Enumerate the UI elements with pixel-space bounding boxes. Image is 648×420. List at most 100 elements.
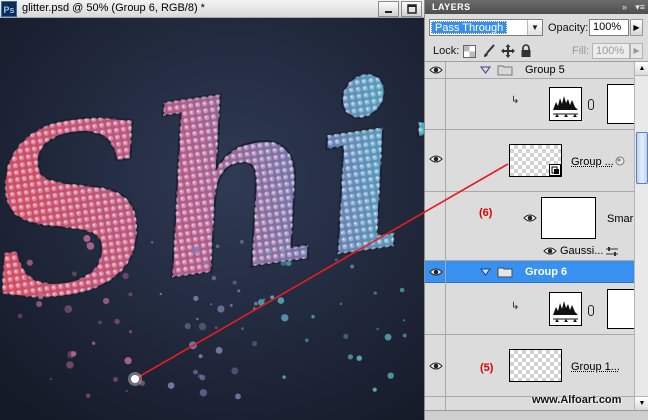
glitter-droplet bbox=[151, 241, 154, 244]
lock-label: Lock: bbox=[433, 45, 460, 57]
blend-mode-value: Pass Through bbox=[431, 21, 508, 34]
glitter-droplet bbox=[24, 275, 27, 279]
document-title: glitter.psd @ 50% (Group 6, RGB/8) * bbox=[22, 2, 205, 14]
glitter-droplet bbox=[372, 387, 377, 392]
glitter-artwork: Shin Shin bbox=[0, 6, 424, 420]
levels-adjustment-icon bbox=[549, 292, 582, 326]
glitter-droplet bbox=[167, 382, 175, 389]
layer-mask-thumbnail[interactable] bbox=[607, 84, 634, 124]
glitter-droplet bbox=[125, 390, 128, 392]
lock-position-move-icon[interactable] bbox=[500, 44, 515, 58]
glitter-droplet bbox=[197, 373, 203, 379]
group-expanded-triangle-icon[interactable] bbox=[480, 66, 491, 74]
smart-layer-thumbnail[interactable] bbox=[541, 197, 596, 239]
glitter-droplet bbox=[159, 292, 162, 296]
fill-field[interactable]: 100% bbox=[592, 43, 630, 59]
watermark: www.Alfoart.com bbox=[532, 394, 622, 406]
glitter-droplet bbox=[72, 271, 77, 277]
layer-row-group-smart[interactable]: Group ... bbox=[425, 130, 634, 192]
glitter-droplet bbox=[215, 347, 223, 354]
minimize-button[interactable] bbox=[378, 1, 399, 17]
glitter-droplet bbox=[402, 319, 405, 322]
lock-transparency-icon[interactable] bbox=[462, 44, 477, 58]
layer-name: Group 1... bbox=[571, 361, 620, 373]
layer-row-group-6[interactable]: Group 6 bbox=[425, 261, 634, 283]
group-expanded-triangle-icon[interactable] bbox=[480, 268, 491, 276]
scroll-down-icon[interactable]: ▼ bbox=[635, 396, 648, 410]
glitter-droplet bbox=[184, 323, 191, 330]
layer-row-group-5[interactable]: Group 5 bbox=[425, 62, 634, 79]
glitter-droplet bbox=[305, 338, 309, 343]
glitter-droplet bbox=[86, 242, 89, 246]
document-titlebar[interactable]: Ps glitter.psd @ 50% (Group 6, RGB/8) * bbox=[0, 0, 424, 18]
layer-effects-icon[interactable] bbox=[615, 156, 625, 166]
scrollbar-thumb[interactable] bbox=[636, 132, 648, 184]
glitter-droplet bbox=[217, 305, 225, 313]
glitter-droplet bbox=[83, 235, 91, 242]
scroll-up-icon[interactable]: ▲ bbox=[635, 62, 648, 76]
glitter-droplet bbox=[376, 327, 380, 331]
glitter-droplet bbox=[198, 322, 207, 331]
glitter-droplet bbox=[343, 333, 349, 339]
layer-row-adjustment-2[interactable]: ↳ bbox=[425, 283, 634, 335]
glitter-droplet bbox=[124, 357, 132, 365]
layer-row-group-1[interactable]: Group 1... bbox=[425, 335, 634, 397]
tab-layers[interactable]: LAYERS bbox=[427, 0, 476, 14]
glitter-droplet bbox=[91, 341, 96, 345]
minimize-icon bbox=[385, 10, 392, 13]
blend-row: Pass Through ▼ Opacity: 100% ▶ bbox=[425, 14, 648, 40]
glitter-droplet bbox=[70, 351, 77, 357]
photoshop-app-icon: Ps bbox=[1, 1, 17, 17]
glitter-droplet bbox=[387, 372, 394, 379]
glitter-droplet bbox=[253, 307, 256, 310]
lock-pixels-brush-icon[interactable] bbox=[481, 44, 496, 58]
panel-menu-icon[interactable]: ▾≡ bbox=[635, 2, 645, 12]
glitter-droplet bbox=[24, 284, 31, 291]
glitter-droplet bbox=[399, 287, 405, 293]
lock-all-icon[interactable] bbox=[518, 44, 533, 58]
glitter-droplet bbox=[339, 302, 343, 306]
glitter-droplet bbox=[199, 389, 208, 397]
filter-blending-options-icon[interactable] bbox=[605, 246, 619, 257]
glitter-droplet bbox=[193, 295, 199, 301]
glitter-droplet bbox=[232, 280, 237, 285]
glitter-droplet bbox=[49, 377, 53, 381]
glitter-droplet bbox=[93, 285, 96, 288]
link-icon bbox=[588, 99, 594, 110]
chevron-down-icon: ▼ bbox=[527, 20, 542, 35]
glitter-droplet bbox=[179, 271, 185, 276]
smart-object-thumbnail[interactable] bbox=[509, 144, 562, 177]
visibility-eye-icon[interactable] bbox=[523, 213, 537, 223]
glitter-droplet bbox=[43, 293, 48, 297]
document-window: Ps glitter.psd @ 50% (Group 6, RGB/8) * bbox=[0, 0, 424, 420]
glitter-droplet bbox=[280, 259, 287, 266]
layer-row-smart[interactable]: Smar bbox=[425, 192, 634, 242]
glitter-droplet bbox=[334, 258, 338, 262]
panel-tab-bar: LAYERS » ▾≡ bbox=[425, 0, 648, 14]
panel-bottom-toolbar bbox=[425, 410, 648, 420]
panel-collapse-icon[interactable]: » bbox=[622, 1, 627, 13]
restore-button[interactable] bbox=[401, 1, 422, 17]
opacity-field[interactable]: 100% bbox=[589, 19, 629, 36]
glitter-droplet bbox=[255, 257, 262, 264]
layers-list[interactable]: Group 5 ↳ Group ... Smar Gaussi... Group… bbox=[425, 62, 634, 410]
glitter-droplet bbox=[114, 318, 120, 325]
layer-thumbnail[interactable] bbox=[509, 349, 562, 382]
blend-mode-select[interactable]: Pass Through ▼ bbox=[429, 19, 543, 36]
glitter-droplet bbox=[282, 375, 286, 379]
layer-mask-thumbnail[interactable] bbox=[607, 289, 634, 329]
glitter-droplet bbox=[241, 327, 245, 331]
glitter-droplet bbox=[402, 333, 407, 338]
visibility-eye-icon[interactable] bbox=[543, 246, 557, 256]
glitter-droplet bbox=[103, 297, 110, 305]
fill-slider-arrow-icon[interactable]: ▶ bbox=[630, 43, 643, 59]
smart-filter-row[interactable]: Gaussi... bbox=[425, 242, 634, 261]
layers-scrollbar[interactable]: ▲ ▼ bbox=[634, 62, 648, 410]
visibility-column bbox=[425, 62, 446, 410]
glitter-droplet bbox=[196, 317, 199, 321]
opacity-slider-arrow-icon[interactable]: ▶ bbox=[630, 19, 643, 36]
document-canvas[interactable]: Shin Shin bbox=[0, 6, 424, 420]
layers-panel: LAYERS » ▾≡ Pass Through ▼ Opacity: 100%… bbox=[424, 0, 648, 420]
glitter-droplet bbox=[237, 289, 241, 293]
layer-row-adjustment[interactable]: ↳ bbox=[425, 79, 634, 130]
